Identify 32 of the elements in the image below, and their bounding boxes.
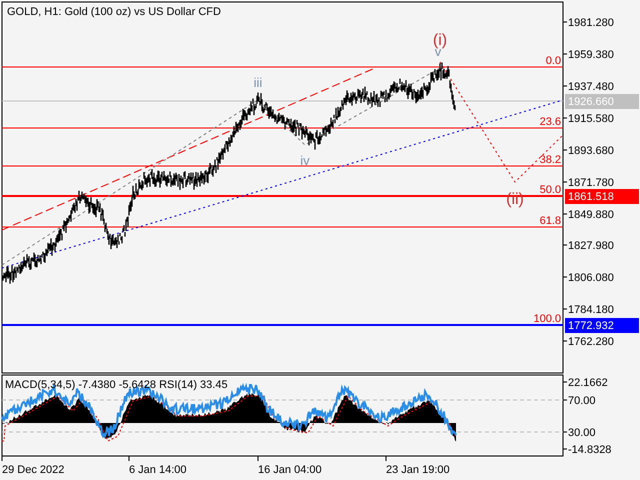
indicator-axis-label: 70.00 <box>562 395 596 407</box>
indicator-legend: MACD(5,34,5) -7.4380 -5.6428 RSI(14) 33.45 <box>5 379 228 391</box>
fibonacci-level-label: 23.6 <box>540 116 561 128</box>
price-axis-label: 1762.280 <box>562 336 614 348</box>
chart-title: GOLD, H1: Gold (100 oz) vs US Dollar CFD <box>7 6 221 18</box>
fibonacci-level-label: 100.0 <box>533 313 561 325</box>
time-axis-label: 16 Jan 04:00 <box>258 456 322 476</box>
price-axis-label: 1827.980 <box>562 240 614 252</box>
price-axis-label: 1871.780 <box>562 177 614 189</box>
indicator-axis-label: 22.1662 <box>562 377 608 389</box>
indicator-axis-label: -14.8328 <box>562 444 612 456</box>
price-axis-label: 1784.180 <box>562 304 614 316</box>
fibonacci-level-label: 61.8 <box>540 215 561 227</box>
price-axis-label: 1981.280 <box>562 17 614 29</box>
price-tag: 1772.932 <box>565 318 639 333</box>
price-axis-label: 1937.480 <box>562 81 614 93</box>
time-axis-label: 29 Dec 2022 <box>2 456 64 476</box>
fibonacci-level-label: 0.0 <box>546 55 561 67</box>
time-axis-label: 6 Jan 14:00 <box>128 456 186 476</box>
price-axis-label: 1806.080 <box>562 272 614 284</box>
price-axis-label: 1893.680 <box>562 145 614 157</box>
time-axis-label: 23 Jan 19:00 <box>386 456 450 476</box>
fibonacci-level-label: 50.0 <box>540 184 561 196</box>
price-tag: 1926.660 <box>565 94 639 109</box>
price-axis-label: 1959.380 <box>562 49 614 61</box>
indicator-axis-label: 30.00 <box>562 427 596 439</box>
fibonacci-level-label: 38.2 <box>540 154 561 166</box>
price-axis-label: 1849.880 <box>562 209 614 221</box>
wave-label: iii <box>254 75 262 90</box>
price-axis-label: 1915.580 <box>562 113 614 125</box>
wave-label: iv <box>300 153 310 168</box>
price-tag: 1861.518 <box>565 189 639 204</box>
